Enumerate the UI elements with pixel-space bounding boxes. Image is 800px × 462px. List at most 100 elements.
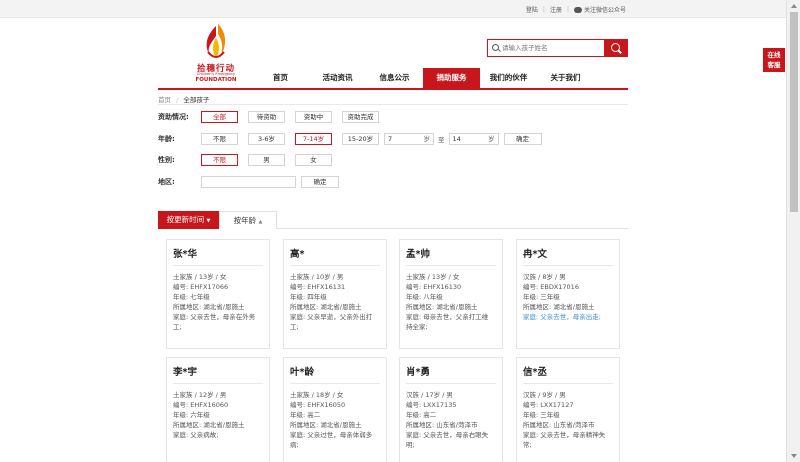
child-info: 土家族 / 10岁 / 男 [290, 273, 344, 281]
child-family-cont: 工; [173, 323, 182, 331]
age-option-3-6[interactable]: 3-6岁 [248, 133, 285, 145]
top-links: 登陆 | 注册 | 关注微信公众号 [526, 5, 626, 14]
main-nav: 首页 活动资讯 信息公示 捐助服务 我们的伙伴 关于我们 [252, 68, 594, 88]
region-confirm-button[interactable]: 确定 [301, 176, 339, 188]
child-id: 编号: EHFX17066 [173, 283, 229, 291]
login-link[interactable]: 登陆 [526, 5, 538, 14]
child-region: 所属地区: 湖北省/恩施土 [290, 421, 362, 429]
nav-donation[interactable]: 捐助服务 [423, 68, 480, 88]
logo-en2: FOUNDATION [195, 77, 237, 83]
child-family-cont: 持全家; [406, 323, 428, 331]
child-family: 家庭: 父亲过世，母亲体弱多 [290, 431, 373, 439]
child-grade: 年级: 八年级 [406, 293, 443, 301]
divider [523, 265, 613, 266]
search-button[interactable] [604, 40, 627, 56]
age-confirm-button[interactable]: 确定 [503, 133, 542, 145]
nav-news[interactable]: 活动资讯 [309, 68, 366, 88]
age-option-7-14[interactable]: 7-14岁 [295, 133, 332, 145]
filter-age-label: 年龄: [158, 135, 175, 143]
divider: | [542, 6, 545, 13]
gender-option-any[interactable]: 不限 [201, 154, 238, 166]
child-id: 编号: EHFX16060 [173, 401, 229, 409]
divider [158, 104, 628, 105]
child-name: 肖*勇 [406, 367, 430, 378]
status-option-active[interactable]: 资助中 [295, 111, 332, 123]
divider [173, 265, 263, 266]
nav-home[interactable]: 首页 [252, 68, 309, 88]
child-info: 土家族 / 12岁 / 男 [173, 391, 227, 399]
gender-option-female[interactable]: 女 [295, 154, 332, 166]
child-grade: 年级: 七年级 [173, 293, 210, 301]
child-grade: 年级: 高二 [290, 411, 321, 419]
filter-gender: 性别: 不限 男 女 [158, 154, 342, 166]
wechat-link[interactable]: 关注微信公众号 [573, 5, 626, 14]
status-option-done[interactable]: 资助完成 [342, 111, 379, 123]
child-name: 高* [290, 249, 305, 260]
age-option-any[interactable]: 不限 [201, 133, 238, 145]
divider [523, 383, 613, 384]
nav-disclosure[interactable]: 信息公示 [366, 68, 423, 88]
scroll-up-icon[interactable] [791, 4, 797, 8]
child-family: 家庭: 父亲去世，母亲精神失 [523, 431, 606, 439]
child-card[interactable]: 肖*勇 汉族 / 17岁 / 男 编号: LXX17135 年级: 高二 所属地… [399, 357, 503, 462]
search-input[interactable] [502, 42, 602, 54]
age-to-value: 14 [452, 135, 461, 143]
status-option-all[interactable]: 全部 [201, 111, 238, 123]
breadcrumb-sep: / [176, 96, 179, 104]
age-option-15-20[interactable]: 15-20岁 [342, 133, 379, 145]
wechat-icon [573, 7, 582, 13]
child-card[interactable]: 信*丞 汉族 / 9岁 / 男 编号: LXX17127 年级: 三年级 所属地… [516, 357, 620, 462]
gender-option-male[interactable]: 男 [248, 154, 285, 166]
child-id: 编号: LXX17127 [523, 401, 574, 409]
search-icon [492, 44, 499, 51]
child-grade: 年级: 三年级 [523, 293, 560, 301]
top-bar: 登陆 | 注册 | 关注微信公众号 [0, 0, 786, 18]
child-region: 所属地区: 山东省/菏泽市 [406, 421, 478, 429]
scroll-thumb[interactable] [790, 12, 798, 212]
child-info: 土家族 / 18岁 / 女 [290, 391, 344, 399]
nav-partners[interactable]: 我们的伙伴 [480, 68, 537, 88]
scroll-down-icon[interactable] [791, 454, 797, 458]
child-family-cont: 工; [290, 323, 299, 331]
child-card[interactable]: 孟*帅 土家族 / 13岁 / 女 编号: EHFX16130 年级: 八年级 … [399, 239, 503, 349]
child-id: 编号: EHFX16050 [290, 401, 346, 409]
breadcrumb: 首页 / 全部孩子 [158, 94, 209, 104]
logo[interactable]: 拾穗行动 Children's Emergency FOUNDATION [186, 22, 246, 84]
child-id: 编号: EHFX16130 [406, 283, 462, 291]
online-service-tab[interactable]: 在线 客服 [763, 48, 785, 72]
child-family: 家庭: 父亲去世，母亲出走; [523, 313, 601, 321]
filter-status: 资助情况: 全部 待资助 资助中 资助完成 [158, 111, 389, 123]
divider [406, 383, 496, 384]
breadcrumb-home[interactable]: 首页 [158, 96, 171, 104]
child-card[interactable]: 张*华 土家族 / 13岁 / 女 编号: EHFX17066 年级: 七年级 … [166, 239, 270, 349]
sort-by-time-button[interactable]: 按更新时间 ▼ [158, 211, 219, 229]
child-region: 所属地区: 山东省/菏泽市 [523, 421, 595, 429]
child-family-cont: 常; [523, 441, 532, 449]
child-name: 信*丞 [523, 367, 547, 378]
sort-by-age-button[interactable]: 按年龄 ▲ [219, 211, 277, 229]
child-card[interactable]: 叶*龄 土家族 / 18岁 / 女 编号: EHFX16050 年级: 高二 所… [283, 357, 387, 462]
child-region: 所属地区: 湖北省/恩施土 [173, 303, 245, 311]
child-card[interactable]: 高* 土家族 / 10岁 / 男 编号: EHFX16131 年级: 四年级 所… [283, 239, 387, 349]
child-name: 张*华 [173, 249, 197, 260]
region-input[interactable] [201, 176, 296, 188]
filter-gender-label: 性别: [158, 156, 175, 164]
age-from-input[interactable]: 7岁 [384, 133, 434, 145]
child-info: 土家族 / 13岁 / 女 [173, 273, 227, 281]
nav-about[interactable]: 关于我们 [537, 68, 594, 88]
child-region: 所属地区: 湖北省/恩施土 [406, 303, 478, 311]
divider: | [566, 6, 569, 13]
child-family: 家庭: 父亲早逝，父亲外出打 [290, 313, 373, 321]
status-option-pending[interactable]: 待资助 [248, 111, 285, 123]
child-card[interactable]: 李*宇 土家族 / 12岁 / 男 编号: EHFX16060 年级: 六年级 … [166, 357, 270, 462]
child-family: 家庭: 父亲病故; [173, 431, 219, 439]
child-card[interactable]: 冉*文 汉族 / 8岁 / 男 编号: EBDX17016 年级: 三年级 所属… [516, 239, 620, 349]
child-grade: 年级: 高二 [406, 411, 437, 419]
age-from-value: 7 [388, 135, 393, 143]
child-id: 编号: EBDX17016 [523, 283, 579, 291]
age-to-input[interactable]: 14 岁 [448, 133, 499, 145]
register-link[interactable]: 注册 [550, 5, 562, 14]
child-region: 所属地区: 湖北省/恩施土 [523, 303, 595, 311]
flame-icon [206, 24, 226, 58]
scrollbar[interactable] [786, 0, 800, 462]
